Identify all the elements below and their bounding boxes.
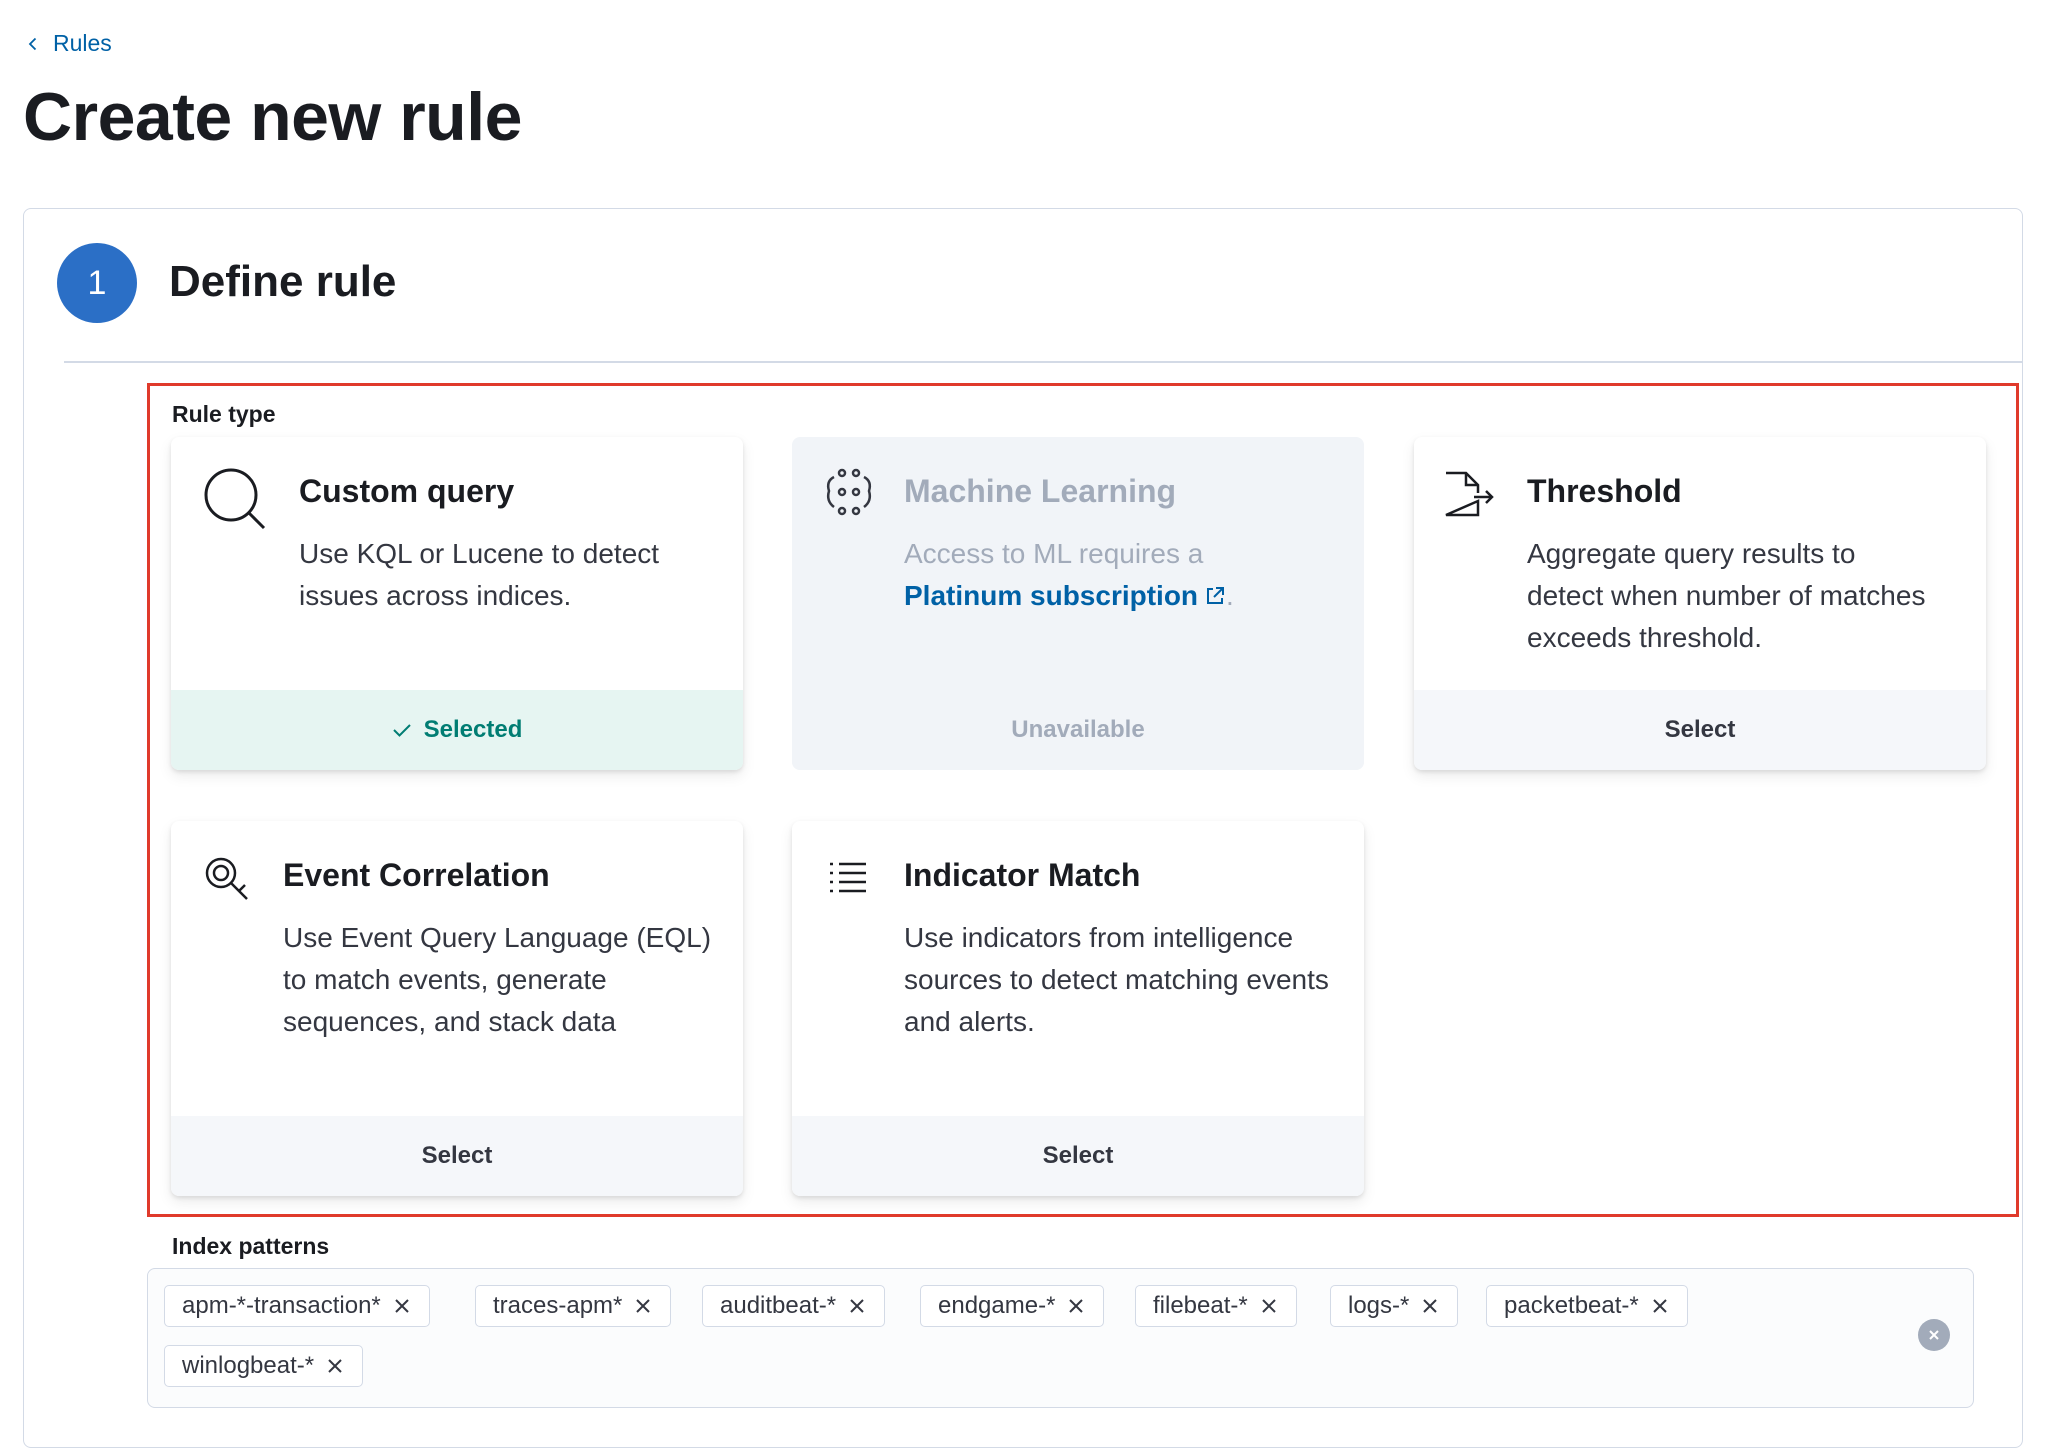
card-description: Access to ML requires a Platinum subscri… [904, 533, 1324, 617]
card-description: Use Event Query Language (EQL) to match … [283, 922, 712, 1037]
page-title: Create new rule [23, 79, 522, 155]
index-patterns-combobox[interactable]: apm-*-transaction* traces-apm* auditbeat… [147, 1268, 1974, 1408]
divider [64, 361, 2022, 363]
clear-all-button[interactable] [1918, 1319, 1950, 1351]
index-pattern-pill: packetbeat-* [1486, 1285, 1688, 1327]
list-icon [828, 861, 868, 893]
pill-label: winlogbeat-* [182, 1352, 315, 1379]
close-icon[interactable] [1260, 1297, 1278, 1315]
external-link-icon [1207, 587, 1225, 604]
pill-label: filebeat-* [1153, 1292, 1248, 1319]
index-pattern-pill: endgame-* [920, 1285, 1105, 1327]
ml-description-text: Access to ML requires a [904, 538, 1204, 569]
index-pattern-pill: logs-* [1330, 1285, 1459, 1327]
check-icon [392, 724, 411, 737]
rule-type-label: Rule type [172, 401, 276, 427]
index-pattern-pill: winlogbeat-* [164, 1345, 364, 1387]
pill-label: traces-apm* [493, 1292, 623, 1319]
close-icon[interactable] [1067, 1297, 1085, 1315]
index-pattern-pill: traces-apm* [475, 1285, 672, 1327]
step-number-badge: 1 [57, 243, 137, 323]
close-icon[interactable] [326, 1357, 344, 1375]
card-title: Machine Learning [904, 473, 1177, 509]
card-description: Aggregate query results to detect when n… [1527, 538, 1926, 653]
select-label: Select [421, 1142, 493, 1169]
back-link-label: Rules [53, 30, 112, 56]
unavailable-text: Unavailable [1011, 716, 1145, 743]
index-pattern-pill: apm-*-transaction* [164, 1285, 430, 1327]
select-label: Select [1664, 716, 1736, 743]
card-description: Use indicators from intelligence sources… [904, 922, 1329, 1037]
pill-label: endgame-* [938, 1292, 1056, 1319]
rule-type-card-threshold[interactable]: Threshold Aggregate query results to det… [1414, 437, 1986, 770]
rule-type-card-machine-learning: Machine Learning Access to ML requires a… [792, 437, 1364, 770]
close-icon[interactable] [634, 1297, 652, 1315]
link-suffix: . [1226, 580, 1234, 611]
select-button[interactable]: Select [792, 1116, 1364, 1196]
chevron-left-icon [28, 37, 37, 50]
card-title: Custom query [299, 473, 515, 509]
card-description: Use KQL or Lucene to detect issues acros… [299, 538, 660, 611]
pill-label: apm-*-transaction* [182, 1292, 381, 1319]
clear-icon [1929, 1330, 1939, 1340]
threshold-icon [1444, 471, 1496, 517]
select-button[interactable]: Select [1414, 690, 1986, 770]
close-icon[interactable] [393, 1297, 411, 1315]
card-title: Threshold [1527, 473, 1682, 509]
unavailable-label: Unavailable [792, 690, 1364, 770]
rule-type-card-custom-query[interactable]: Custom query Use KQL or Lucene to detect… [171, 437, 743, 770]
card-title: Indicator Match [904, 857, 1141, 893]
close-icon[interactable] [1651, 1297, 1669, 1315]
back-to-rules-link[interactable]: Rules [25, 30, 112, 57]
selected-label: Selected [423, 716, 523, 743]
step-title: Define rule [169, 257, 397, 306]
index-pattern-pill: auditbeat-* [702, 1285, 886, 1327]
rule-type-card-indicator-match[interactable]: Indicator Match Use indicators from inte… [792, 821, 1364, 1196]
search-icon [201, 465, 267, 531]
pill-label: auditbeat-* [720, 1292, 837, 1319]
close-icon[interactable] [1421, 1297, 1439, 1315]
index-pattern-pill: filebeat-* [1135, 1285, 1297, 1327]
platinum-subscription-link[interactable]: Platinum subscription [904, 580, 1226, 611]
eql-icon [203, 855, 251, 903]
close-icon[interactable] [848, 1297, 866, 1315]
link-label: Platinum subscription [904, 580, 1199, 611]
pill-label: logs-* [1348, 1292, 1410, 1319]
selected-button[interactable]: Selected [171, 690, 743, 770]
select-button[interactable]: Select [171, 1116, 743, 1196]
rule-type-card-event-correlation[interactable]: Event Correlation Use Event Query Langua… [171, 821, 743, 1196]
pill-label: packetbeat-* [1504, 1292, 1639, 1319]
select-label: Select [1042, 1142, 1114, 1169]
machine-learning-icon [824, 467, 874, 517]
card-title: Event Correlation [283, 857, 550, 893]
index-patterns-label: Index patterns [172, 1233, 330, 1259]
